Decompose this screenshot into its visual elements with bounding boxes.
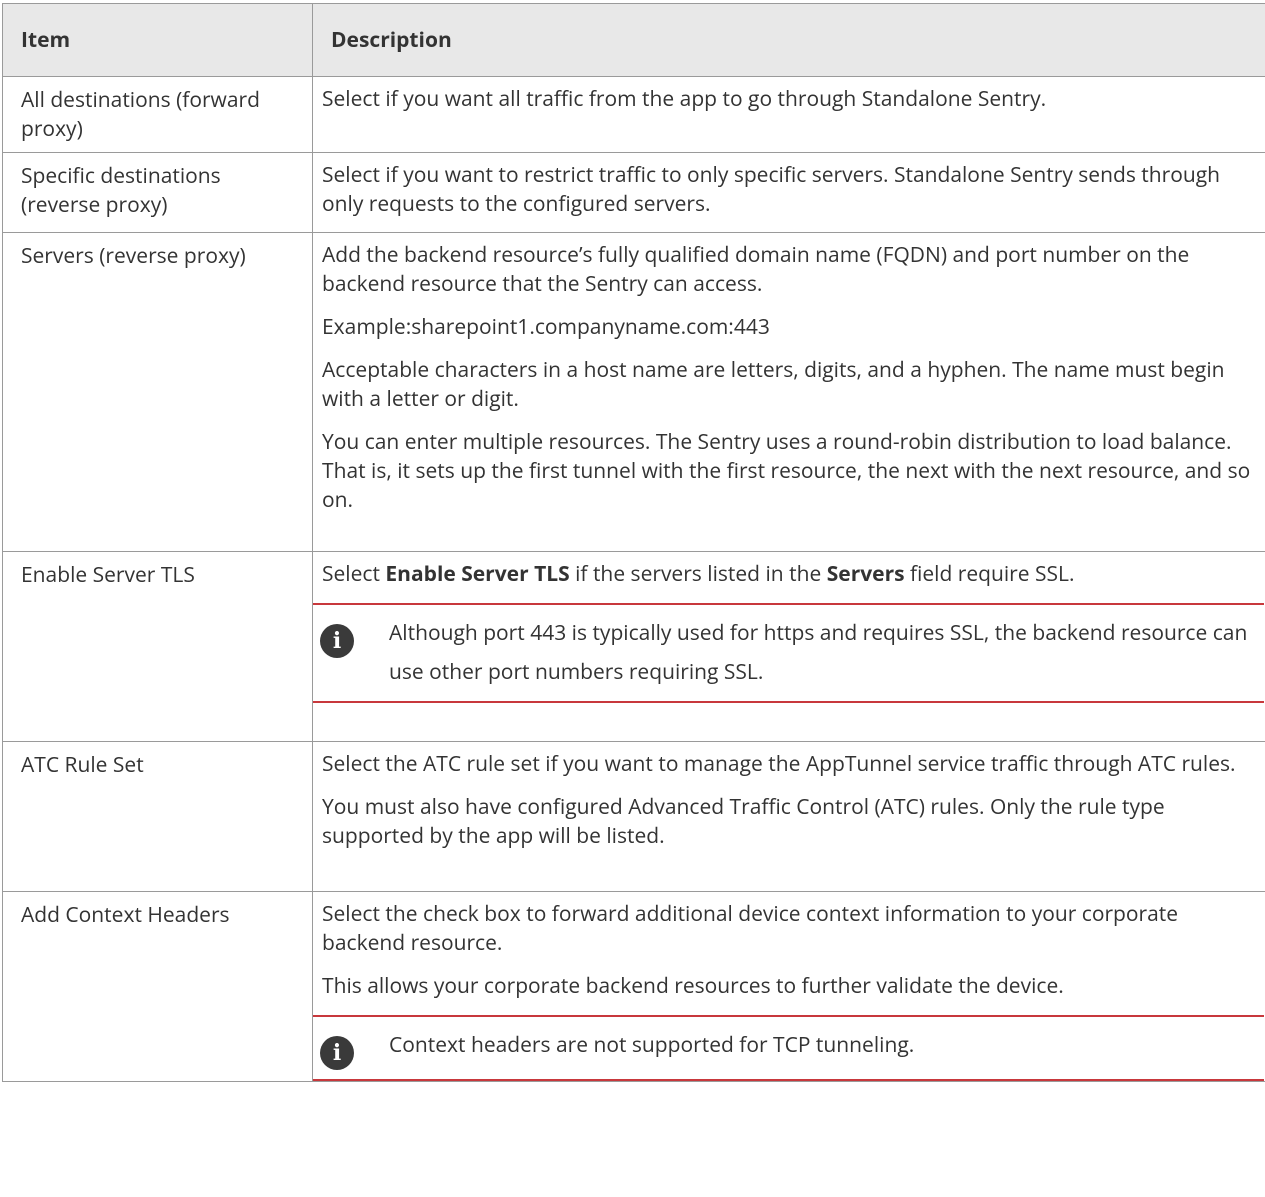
note-text: Although port 443 is typically used for …: [389, 619, 1248, 686]
settings-table: Item Description All destinations (forwa…: [2, 3, 1265, 1082]
description-text: You can enter multiple resources. The Se…: [322, 428, 1251, 514]
description-text: This allows your corporate backend resou…: [322, 972, 1064, 1000]
description-text: You must also have configured Advanced T…: [322, 793, 1165, 850]
description-text: Select Enable Server TLS if the servers …: [322, 560, 1075, 588]
description-cell: Select the ATC rule set if you want to m…: [312, 741, 1265, 892]
description-text: Example:sharepoint1.companyname.com:443: [322, 313, 770, 341]
description-text: Select the check box to forward addition…: [322, 900, 1179, 957]
item-cell: Servers (reverse proxy): [2, 232, 313, 552]
note-text: Context headers are not supported for TC…: [389, 1031, 915, 1059]
description-cell: Select if you want to restrict traffic t…: [312, 152, 1265, 233]
info-icon: i: [320, 1036, 354, 1070]
description-cell: Select if you want all traffic from the …: [312, 76, 1265, 153]
item-cell: All destinations (forward proxy): [2, 76, 313, 153]
header-description: Description: [312, 3, 1265, 77]
description-text: Add the backend resource’s fully qualifi…: [322, 241, 1190, 298]
description-text: Select the ATC rule set if you want to m…: [322, 750, 1236, 778]
description-cell: Add the backend resource’s fully qualifi…: [312, 232, 1265, 552]
bold-term: Servers: [826, 560, 905, 588]
item-cell: Enable Server TLS: [2, 551, 313, 742]
note-callout: i Although port 443 is typically used fo…: [313, 603, 1264, 703]
description-text: Select if you want all traffic from the …: [322, 85, 1047, 113]
item-cell: Add Context Headers: [2, 891, 313, 1082]
note-callout: i Context headers are not supported for …: [313, 1015, 1264, 1081]
item-cell: Specific destinations (reverse proxy): [2, 152, 313, 233]
table-header-row: Item Description: [2, 3, 1265, 77]
bold-term: Enable Server TLS: [385, 560, 570, 588]
table-row: Add Context Headers Select the check box…: [2, 891, 1265, 1082]
description-cell: Select Enable Server TLS if the servers …: [312, 551, 1265, 742]
table-row: Servers (reverse proxy) Add the backend …: [2, 232, 1265, 552]
header-item: Item: [2, 3, 313, 77]
table-row: Specific destinations (reverse proxy) Se…: [2, 152, 1265, 233]
description-text: Select if you want to restrict traffic t…: [322, 161, 1221, 218]
table-row: Enable Server TLS Select Enable Server T…: [2, 551, 1265, 742]
info-icon: i: [320, 624, 354, 658]
description-cell: Select the check box to forward addition…: [312, 891, 1265, 1082]
item-cell: ATC Rule Set: [2, 741, 313, 892]
table-row: All destinations (forward proxy) Select …: [2, 76, 1265, 153]
description-text: Acceptable characters in a host name are…: [322, 356, 1225, 413]
table-row: ATC Rule Set Select the ATC rule set if …: [2, 741, 1265, 892]
